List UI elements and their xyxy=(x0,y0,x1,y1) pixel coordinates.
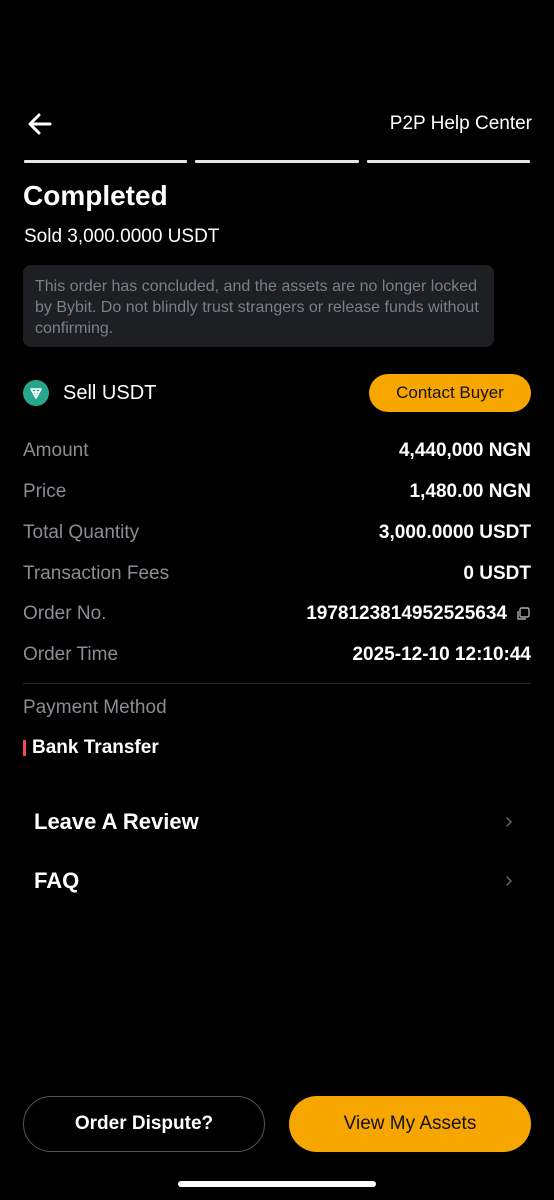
help-center-link[interactable]: P2P Help Center xyxy=(390,113,532,135)
detail-label: Transaction Fees xyxy=(23,563,170,584)
menu-item-label: FAQ xyxy=(34,868,80,893)
detail-value: 1978123814952525634 xyxy=(306,603,507,624)
detail-label: Order Time xyxy=(23,644,119,665)
contact-buyer-button[interactable]: Contact Buyer xyxy=(369,374,531,412)
view-assets-button[interactable]: View My Assets xyxy=(289,1096,531,1152)
detail-value: 2025-12-10 12:10:44 xyxy=(352,644,531,665)
progress-step xyxy=(195,160,359,163)
home-indicator[interactable] xyxy=(178,1181,376,1187)
payment-marker xyxy=(23,740,26,756)
detail-row-price: Price 1,480.00 NGN xyxy=(23,477,531,507)
detail-row-order-time: Order Time 2025-12-10 12:10:44 xyxy=(23,640,531,670)
detail-row-total-quantity: Total Quantity 3,000.0000 USDT xyxy=(23,518,531,548)
progress-step xyxy=(366,160,530,163)
detail-value: 4,440,000 NGN xyxy=(398,440,531,461)
copy-icon[interactable] xyxy=(515,606,531,622)
detail-label: Total Quantity xyxy=(23,522,140,543)
payment-method-label: Payment Method xyxy=(23,697,167,718)
chevron-right-icon xyxy=(506,817,513,827)
status-title: Completed xyxy=(23,180,168,211)
menu-item-leave-review[interactable]: Leave A Review xyxy=(34,802,514,842)
trade-side-row: Sell USDT Contact Buyer xyxy=(23,374,531,412)
footer-actions: Order Dispute? View My Assets xyxy=(23,1096,531,1152)
detail-value: 1,480.00 NGN xyxy=(409,481,531,502)
detail-row-amount: Amount 4,440,000 NGN xyxy=(23,436,531,466)
divider xyxy=(23,683,531,684)
progress-step xyxy=(24,160,188,163)
chevron-right-icon xyxy=(506,876,513,886)
tether-icon xyxy=(23,380,49,406)
order-number-value: 1978123814952525634 xyxy=(306,603,531,625)
detail-value: 3,000.0000 USDT xyxy=(378,522,531,543)
progress-steps xyxy=(24,160,530,163)
payment-method-value: Bank Transfer xyxy=(32,737,159,758)
menu-item-faq[interactable]: FAQ xyxy=(34,861,514,901)
order-dispute-button[interactable]: Order Dispute? xyxy=(23,1096,265,1152)
detail-label: Amount xyxy=(23,440,89,461)
status-subtitle: Sold 3,000.0000 USDT xyxy=(24,226,220,247)
detail-label: Price xyxy=(23,481,67,502)
trade-side-label: Sell USDT xyxy=(63,382,157,404)
detail-label: Order No. xyxy=(23,603,107,624)
detail-row-order-no: Order No. 1978123814952525634 xyxy=(23,599,531,629)
back-arrow-icon[interactable] xyxy=(24,108,56,140)
payment-method-row: Bank Transfer xyxy=(23,737,159,759)
detail-row-transaction-fees: Transaction Fees 0 USDT xyxy=(23,559,531,589)
header: P2P Help Center xyxy=(24,104,532,144)
detail-value: 0 USDT xyxy=(463,563,531,584)
menu-item-label: Leave A Review xyxy=(34,809,199,834)
order-notice: This order has concluded, and the assets… xyxy=(23,265,494,347)
